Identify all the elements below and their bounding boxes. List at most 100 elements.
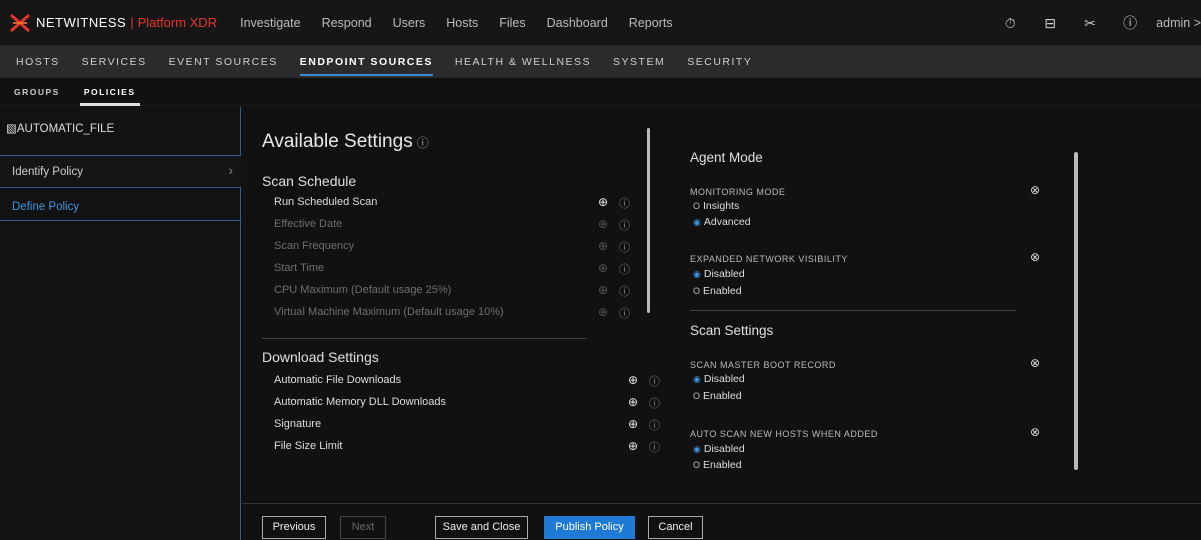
setting-run-scheduled-scan: Run Scheduled Scan ⊕ ⓘ (274, 195, 630, 211)
previous-button[interactable]: Previous (262, 516, 326, 539)
timer-icon[interactable]: ⏱︎ (990, 15, 1030, 32)
available-settings-title: Available Settings ⓘ (262, 131, 429, 152)
add-plus-icon: ⊕ (598, 261, 609, 275)
radio-disabled[interactable]: ◉ Disabled (693, 443, 745, 455)
nav-files[interactable]: Files (499, 16, 525, 30)
radio-enabled[interactable]: O Enabled (693, 285, 742, 297)
cancel-button[interactable]: Cancel (648, 516, 703, 539)
add-plus-icon[interactable]: ⊕ (598, 195, 608, 209)
info-icon[interactable]: ⓘ (619, 195, 630, 211)
netwitness-logo-icon (10, 13, 30, 32)
tools-icon[interactable]: ✂︎ (1070, 15, 1110, 32)
divider (262, 338, 587, 339)
radio-icon: O (693, 286, 701, 296)
nav-users[interactable]: Users (393, 16, 426, 30)
policy-name: ▧AUTOMATIC_FILE (6, 123, 115, 135)
setting-scan-frequency: Scan Frequency ⊕ ⓘ (274, 239, 630, 255)
step-define-policy[interactable]: Define Policy (0, 193, 241, 221)
settings-panel-icon[interactable]: ⊟ (1030, 15, 1070, 32)
nav-reports[interactable]: Reports (629, 16, 673, 30)
scan-schedule-title: Scan Schedule (262, 173, 357, 189)
main-content: Available Settings ⓘ Scan Schedule Run Sc… (242, 107, 1201, 540)
remove-icon[interactable]: ⊗ (1030, 250, 1040, 264)
tab-health-wellness[interactable]: HEALTH & WELLNESS (455, 46, 591, 78)
save-and-close-button[interactable]: Save and Close (435, 516, 528, 539)
add-plus-icon[interactable]: ⊕ (628, 395, 638, 409)
top-bar: NETWITNESS | Platform XDR Investigate Re… (0, 0, 1201, 46)
step-label: Identify Policy (12, 166, 83, 178)
tab-security[interactable]: SECURITY (687, 46, 752, 78)
add-plus-icon[interactable]: ⊕ (628, 439, 638, 453)
radio-disabled[interactable]: ◉ Disabled (693, 268, 745, 280)
tab-policies[interactable]: POLICIES (79, 78, 140, 106)
nav-respond[interactable]: Respond (322, 16, 372, 30)
info-icon[interactable]: ⓘ (619, 239, 630, 255)
tab-hosts[interactable]: HOSTS (16, 46, 60, 78)
logo[interactable]: NETWITNESS | Platform XDR (10, 13, 218, 32)
nav-dashboard[interactable]: Dashboard (547, 16, 608, 30)
info-icon[interactable]: ⓘ (649, 395, 660, 411)
radio-enabled[interactable]: O Enabled (693, 459, 742, 471)
selected-scrollbar[interactable] (1074, 152, 1078, 470)
radio-icon: O (693, 460, 701, 470)
tab-system[interactable]: SYSTEM (613, 46, 665, 78)
setting-automatic-file-downloads: Automatic File Downloads ⊕ ⓘ (274, 373, 660, 388)
radio-selected-icon: ◉ (693, 444, 701, 454)
info-icon[interactable]: ⓘ (619, 261, 630, 277)
info-icon[interactable]: ⓘ (417, 136, 429, 150)
tab-endpoint-sources[interactable]: ENDPOINT SOURCES (299, 46, 433, 78)
setting-start-time: Start Time ⊕ ⓘ (274, 261, 630, 277)
publish-policy-button[interactable]: Publish Policy (544, 516, 635, 539)
add-plus-icon[interactable]: ⊕ (628, 373, 638, 387)
tab-services[interactable]: SERVICES (82, 46, 147, 78)
remove-icon[interactable]: ⊗ (1030, 183, 1040, 197)
step-identify-policy[interactable]: Identify Policy › (0, 155, 241, 188)
setting-file-size-limit: File Size Limit ⊕ ⓘ (274, 439, 660, 454)
product-name: Platform XDR (137, 15, 218, 30)
info-icon[interactable]: ⓘ (619, 305, 630, 321)
info-icon[interactable]: ⓘ (619, 283, 630, 299)
radio-selected-icon: ◉ (693, 374, 701, 384)
info-icon[interactable]: ⓘ (619, 217, 630, 233)
add-plus-icon: ⊕ (598, 305, 609, 319)
scan-settings-title: Scan Settings (690, 323, 774, 338)
add-plus-icon: ⊕ (598, 217, 609, 231)
next-button[interactable]: Next (340, 516, 386, 539)
radio-enabled[interactable]: O Enabled (693, 390, 742, 402)
info-icon[interactable]: ⓘ (649, 439, 660, 455)
radio-insights[interactable]: O Insights (693, 200, 739, 212)
radio-selected-icon: ◉ (693, 269, 701, 279)
top-right-tools: ⏱︎ ⊟ ✂︎ ⓘ admin > (990, 0, 1201, 46)
tab-groups[interactable]: GROUPS (14, 78, 60, 106)
setting-vm-maximum: Virtual Machine Maximum (Default usage 1… (274, 305, 630, 321)
radio-icon: O (693, 201, 701, 211)
nav-hosts[interactable]: Hosts (446, 16, 478, 30)
setting-effective-date: Effective Date ⊕ ⓘ (274, 217, 630, 233)
remove-icon[interactable]: ⊗ (1030, 425, 1040, 439)
info-icon[interactable]: ⓘ (649, 417, 660, 433)
nav-investigate[interactable]: Investigate (240, 16, 300, 30)
brand-name: NETWITNESS (36, 15, 127, 30)
radio-selected-icon: ◉ (693, 217, 701, 227)
remove-icon[interactable]: ⊗ (1030, 356, 1040, 370)
divider (690, 310, 1016, 311)
radio-icon: O (693, 391, 701, 401)
endpoint-tabs: GROUPS POLICIES (0, 78, 1201, 106)
radio-disabled[interactable]: ◉ Disabled (693, 373, 745, 385)
monitoring-mode-label: MONITORING MODE (690, 187, 786, 197)
available-scrollbar[interactable] (647, 128, 650, 313)
add-plus-icon[interactable]: ⊕ (628, 417, 638, 431)
setting-automatic-memory-dll-downloads: Automatic Memory DLL Downloads ⊕ ⓘ (274, 395, 660, 410)
top-nav: Investigate Respond Users Hosts Files Da… (240, 16, 693, 30)
chevron-right-icon: › (228, 162, 233, 178)
setting-signature: Signature ⊕ ⓘ (274, 417, 660, 432)
radio-advanced[interactable]: ◉ Advanced (693, 216, 751, 228)
auto-scan-new-hosts-label: AUTO SCAN NEW HOSTS WHEN ADDED (690, 429, 878, 439)
info-icon[interactable]: ⓘ (649, 373, 660, 389)
help-icon[interactable]: ⓘ (1110, 13, 1150, 33)
setting-cpu-maximum: CPU Maximum (Default usage 25%) ⊕ ⓘ (274, 283, 630, 299)
wizard-footer: Previous Next Save and Close Publish Pol… (242, 503, 1201, 540)
user-menu[interactable]: admin > (1156, 16, 1201, 30)
tab-event-sources[interactable]: EVENT SOURCES (169, 46, 278, 78)
policy-wizard-sidebar: ▧AUTOMATIC_FILE Identify Policy › Define… (0, 107, 241, 540)
